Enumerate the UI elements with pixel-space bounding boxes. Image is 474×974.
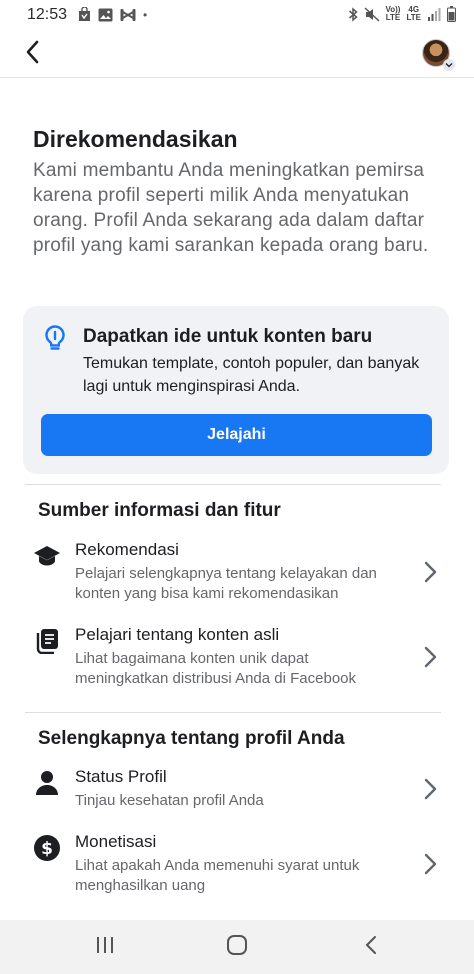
home-icon	[226, 934, 248, 961]
back-button[interactable]	[18, 39, 48, 69]
content-ideas-card: Dapatkan ide untuk konten baru Temukan t…	[23, 306, 449, 474]
person-icon	[33, 769, 61, 797]
battery-icon	[447, 6, 456, 22]
volte-indicator: Vo)) LTE	[385, 5, 401, 22]
list-item-monetization[interactable]: $ Monetisasi Lihat apakah Anda memenuhi …	[0, 832, 474, 902]
signal-icon	[427, 7, 441, 21]
idea-card-title: Dapatkan ide untuk konten baru	[83, 326, 373, 347]
svg-text:$: $	[41, 839, 53, 859]
profile-section-title: Selengkapnya tentang profil Anda	[38, 728, 345, 749]
sources-section-title: Sumber informasi dan fitur	[38, 500, 281, 521]
capcut-icon	[120, 8, 136, 22]
explore-button[interactable]: Jelajahi	[41, 414, 432, 456]
status-bar: 12:53 • Vo)) LTE 4G LTE	[0, 0, 474, 30]
system-navigation-bar	[0, 920, 474, 974]
divider	[25, 712, 441, 713]
list-item-recommendations[interactable]: Rekomendasi Pelajari selengkapnya tentan…	[0, 540, 474, 610]
network-indicator: 4G LTE	[406, 5, 421, 22]
top-app-bar	[0, 30, 474, 78]
profile-status-description: Tinjau kesehatan profil Anda	[75, 792, 264, 809]
profile-switcher[interactable]	[422, 39, 455, 71]
original-content-description: Lihat bagaimana konten unik dapat mening…	[75, 650, 357, 687]
status-time: 12:53	[27, 6, 68, 23]
recommendations-title: Rekomendasi	[75, 540, 179, 559]
dollar-icon: $	[33, 834, 61, 862]
mute-icon	[364, 6, 380, 22]
list-item-profile-status[interactable]: Status Profil Tinjau kesehatan profil An…	[0, 767, 474, 837]
divider	[25, 484, 441, 485]
lightbulb-icon	[43, 324, 67, 352]
snapchat-bag-icon	[78, 7, 91, 22]
bluetooth-icon	[348, 6, 358, 22]
status-icons-right: Vo)) LTE 4G LTE	[348, 6, 456, 22]
image-icon	[98, 8, 113, 22]
graduation-cap-icon	[33, 542, 61, 570]
recommended-description: Kami membantu Anda meningkatkan pemirsa …	[33, 160, 429, 256]
list-item-original-content[interactable]: Pelajari tentang konten asli Lihat bagai…	[0, 625, 474, 695]
chevron-down-icon	[443, 59, 455, 71]
chevron-right-icon	[422, 777, 438, 801]
chevron-right-icon	[422, 645, 438, 669]
recent-apps-icon	[95, 936, 115, 959]
chevron-right-icon	[422, 560, 438, 584]
recommendations-description: Pelajari selengkapnya tentang kelayakan …	[75, 565, 377, 602]
back-arrow-icon	[25, 40, 41, 69]
idea-card-description: Temukan template, contoh populer, dan ba…	[83, 355, 420, 395]
system-back-button[interactable]	[356, 934, 386, 960]
monetization-title: Monetisasi	[75, 832, 157, 851]
chevron-right-icon	[422, 852, 438, 876]
notification-dot: •	[143, 7, 148, 22]
status-icons-left: •	[78, 7, 147, 22]
home-button[interactable]	[222, 934, 252, 960]
recent-apps-button[interactable]	[90, 934, 120, 960]
profile-status-title: Status Profil	[75, 767, 167, 786]
monetization-description: Lihat apakah Anda memenuhi syarat untuk …	[75, 857, 360, 894]
original-content-icon	[33, 627, 61, 655]
original-content-title: Pelajari tentang konten asli	[75, 625, 280, 644]
recommended-title: Direkomendasikan	[33, 126, 238, 152]
back-nav-icon	[364, 935, 378, 960]
